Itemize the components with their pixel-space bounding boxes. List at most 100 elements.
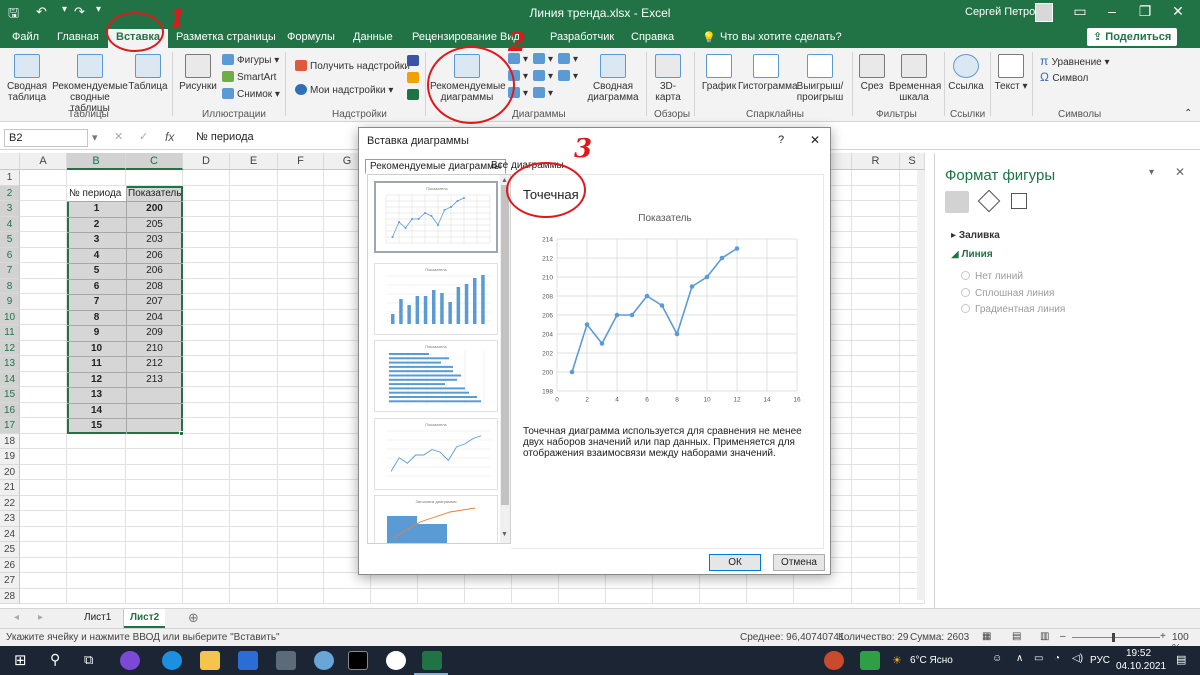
edge-icon[interactable] [162,651,182,670]
pivot-table-button[interactable]: Сводная таблица [4,54,50,103]
sparkline-line-button[interactable]: График [700,54,738,92]
cancel-button[interactable]: Отмена [773,554,825,571]
tab-page-layout[interactable]: Разметка страницы [176,31,276,43]
table-header-1[interactable]: № периода [69,186,126,201]
help-icon[interactable]: ? [778,134,784,146]
normal-view-icon[interactable]: ▦ [982,631,991,642]
enter-icon[interactable]: ✓ [139,130,148,143]
notifications-icon[interactable]: ▤ [1176,653,1186,666]
search-icon[interactable]: ⚲ [50,651,60,668]
period-cell[interactable]: 3 [67,232,126,247]
avatar[interactable] [1035,3,1053,22]
value-cell[interactable]: 213 [126,372,183,387]
people-graph-icon[interactable] [407,89,422,101]
row-header-17[interactable]: 17 [0,418,20,434]
row-header-11[interactable]: 11 [0,325,20,341]
column-header-F[interactable]: F [278,153,324,170]
column-header-R[interactable]: R [852,153,900,170]
pictures-button[interactable]: Рисунки [178,54,218,92]
value-cell[interactable]: 200 [126,201,183,216]
period-cell[interactable]: 14 [67,403,126,418]
fill-section[interactable]: ▸ Заливка [951,230,1000,241]
bing-maps-icon[interactable] [407,72,422,84]
value-cell[interactable]: 212 [126,356,183,371]
shapes-button[interactable]: Фигуры ▾ [222,54,279,66]
row-header-2[interactable]: 2 [0,185,20,201]
terminal-icon[interactable] [348,651,368,670]
column-header-D[interactable]: D [183,153,230,170]
cancel-icon[interactable]: ✕ [114,130,123,143]
period-cell[interactable]: 10 [67,341,126,356]
wifi-icon[interactable]: ◔ [1054,653,1060,664]
period-cell[interactable]: 7 [67,294,126,309]
person-icon[interactable]: ☺ [992,653,1002,664]
period-cell[interactable]: 1 [67,201,126,216]
language-indicator[interactable]: РУС [1090,655,1110,666]
period-cell[interactable]: 11 [67,356,126,371]
collapse-ribbon-icon[interactable]: ⌃ [1184,108,1192,119]
slicer-button[interactable]: Срез [857,54,887,92]
tab-file[interactable]: Файл [12,31,39,43]
prev-sheet-icon[interactable]: ◂ [14,612,19,623]
fill-handle[interactable] [179,430,184,436]
page-break-view-icon[interactable]: ▥ [1040,631,1049,642]
insert-function-icon[interactable]: fx [165,130,174,144]
close-icon[interactable]: ✕ [1163,3,1193,20]
row-header-22[interactable]: 22 [0,495,20,511]
fill-line-icon[interactable] [945,191,969,213]
period-cell[interactable]: 6 [67,279,126,294]
pane-close-icon[interactable]: ✕ [1175,165,1185,179]
sheet-tab-2[interactable]: Лист2 [124,609,166,628]
waterfall-chart-icon[interactable]: ▾ [558,53,578,65]
row-header-21[interactable]: 21 [0,480,20,496]
add-sheet-icon[interactable]: ⊕ [188,610,199,626]
alice-icon[interactable] [120,651,140,670]
period-cell[interactable]: 12 [67,372,126,387]
gradient-line-radio[interactable]: Градиентная линия [961,304,1065,315]
row-header-28[interactable]: 28 [0,588,20,604]
period-cell[interactable]: 4 [67,248,126,263]
tab-developer[interactable]: Разработчик [550,31,614,43]
row-header-27[interactable]: 27 [0,573,20,589]
table-header-2[interactable]: Показатель [128,186,182,201]
notification-app-icon[interactable] [824,651,844,670]
select-all-corner[interactable] [0,153,20,170]
timeline-button[interactable]: Временная шкала [889,54,941,103]
namebox-dropdown-icon[interactable]: ▾ [92,131,98,144]
effects-icon[interactable] [977,189,1001,213]
statistic-chart-icon[interactable]: ▾ [533,70,553,82]
combo-chart-icon[interactable]: ▾ [558,70,578,82]
screenshot-button[interactable]: Снимок ▾ [222,88,280,100]
clock-date[interactable]: 04.10.2021 [1116,661,1166,672]
row-header-13[interactable]: 13 [0,356,20,372]
tab-formulas[interactable]: Формулы [287,31,335,43]
tab-help[interactable]: Справка [631,31,674,43]
thumb-column[interactable]: Показатель [374,263,498,335]
column-header-B[interactable]: B [67,153,126,170]
tray-app-icon[interactable] [860,651,880,670]
row-header-3[interactable]: 3 [0,201,20,217]
network-icon[interactable]: ▭ [1034,653,1043,664]
formula-input[interactable]: № периода [196,131,254,143]
value-cell[interactable]: 208 [126,279,183,294]
pivot-chart-button[interactable]: Сводная диаграмма [584,54,642,103]
sparkline-column-button[interactable]: Гистограмма [738,54,798,92]
row-header-12[interactable]: 12 [0,340,20,356]
row-header-23[interactable]: 23 [0,511,20,527]
period-cell[interactable]: 5 [67,263,126,278]
vertical-scrollbar[interactable] [917,170,925,600]
get-addins-button[interactable]: Получить надстройки [295,60,410,72]
my-addins-button[interactable]: Мои надстройки ▾ [295,84,393,96]
store-taskbar-icon[interactable] [238,651,258,670]
column-header-S[interactable]: S [900,153,925,170]
value-cell[interactable]: 204 [126,310,183,325]
table-button[interactable]: Таблица [128,54,168,92]
row-header-19[interactable]: 19 [0,449,20,465]
3d-map-button[interactable]: 3D- карта [650,54,686,103]
row-header-10[interactable]: 10 [0,309,20,325]
line-section[interactable]: ◢ Линия [951,249,993,260]
zoom-slider-handle[interactable] [1112,633,1115,642]
page-layout-view-icon[interactable]: ▤ [1012,631,1021,642]
dialog-close-icon[interactable]: ✕ [810,133,820,147]
period-cell[interactable]: 13 [67,387,126,402]
